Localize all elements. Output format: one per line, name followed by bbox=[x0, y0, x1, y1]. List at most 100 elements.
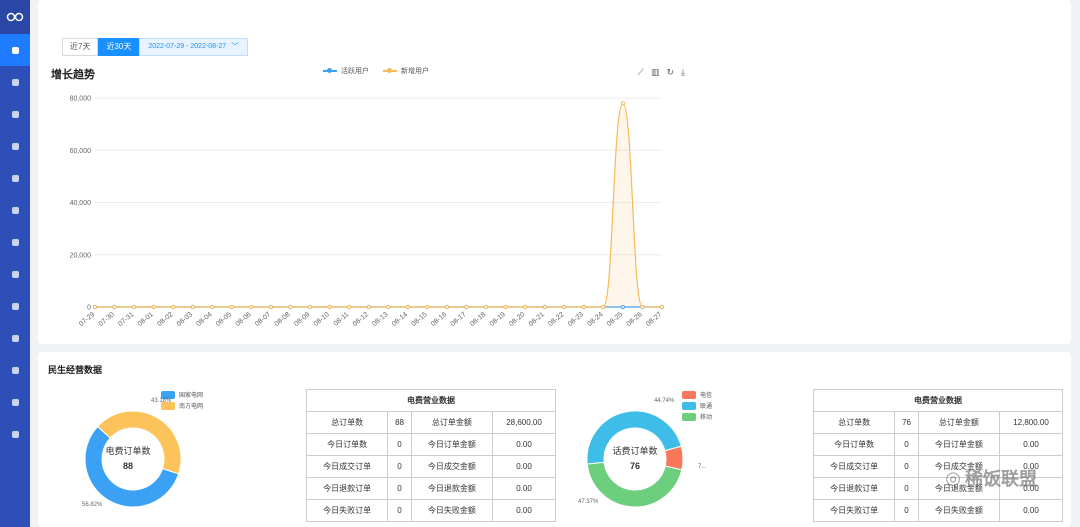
donut2-total: 76 bbox=[629, 461, 640, 471]
x-tick-label: 08-12 bbox=[352, 311, 370, 328]
watermark-text: 稀饭联盟 bbox=[965, 469, 1037, 489]
sidebar-item-shop[interactable] bbox=[0, 98, 30, 130]
mail-icon bbox=[11, 430, 19, 438]
x-tick-label: 08-10 bbox=[313, 311, 331, 328]
y-tick-label: 60,000 bbox=[70, 148, 92, 155]
table-cell: 今日订单数 bbox=[305, 433, 389, 456]
x-tick-label: 08-07 bbox=[254, 311, 272, 328]
data-point bbox=[464, 304, 469, 310]
sidebar-item-config[interactable] bbox=[0, 258, 30, 290]
table-cell: 今日退款订单 bbox=[305, 477, 389, 500]
data-point bbox=[405, 304, 410, 310]
x-tick-label: 08-16 bbox=[430, 311, 448, 328]
table-row: 今日失败订单 0 今日失败金额 0.00 bbox=[812, 499, 1063, 522]
donut2-center: 话费订单数 76 bbox=[607, 444, 663, 471]
table-cell: 0 bbox=[387, 455, 412, 478]
table-cell: 今日失败订单 bbox=[305, 499, 389, 522]
donut2-legend: 电信 联通 移动 bbox=[682, 389, 712, 422]
table-cell: 0 bbox=[894, 433, 919, 456]
sidebar-item-plugins[interactable] bbox=[0, 290, 30, 322]
table-cell: 0.00 bbox=[999, 499, 1063, 522]
table-cell: 0 bbox=[387, 433, 412, 456]
sidebar-item-mail[interactable] bbox=[0, 418, 30, 450]
donut2-pct-b: 47.37% bbox=[578, 499, 599, 505]
y-tick-label: 20,000 bbox=[70, 252, 92, 259]
x-tick-label: 08-24 bbox=[586, 311, 604, 328]
table-cell: 今日订单金额 bbox=[410, 433, 494, 456]
sidebar-item-display[interactable] bbox=[0, 386, 30, 418]
x-tick-label: 08-23 bbox=[567, 311, 585, 328]
data-point bbox=[620, 101, 625, 106]
gear-icon bbox=[11, 142, 19, 150]
x-tick-label: 07-29 bbox=[78, 311, 96, 328]
table-cell: 今日失败订单 bbox=[812, 499, 896, 522]
sidebar-item-monitor[interactable] bbox=[0, 66, 30, 98]
table-cell: 28,600.00 bbox=[492, 411, 556, 434]
x-tick-label: 08-11 bbox=[333, 311, 351, 328]
table-cell: 88 bbox=[387, 411, 412, 434]
donut2-legend-a: 电信 bbox=[700, 393, 713, 399]
table-cell: 0 bbox=[894, 477, 919, 500]
x-tick-label: 08-17 bbox=[450, 311, 468, 328]
donut1-pct-a: 43.18% bbox=[151, 398, 172, 404]
electricity-table-2: 电费营业数据 总订单数 76 总订单金额 12,800.00 今日订单数 0 今日订单金额 0… bbox=[812, 389, 1063, 522]
donut2-pct-c: 7... bbox=[698, 464, 707, 470]
y-tick-label: 40,000 bbox=[70, 200, 92, 207]
sidebar-item-list[interactable] bbox=[0, 194, 30, 226]
sidebar-item-store[interactable] bbox=[0, 162, 30, 194]
data-point bbox=[640, 304, 645, 310]
donut2-pct-a: 44.74% bbox=[654, 398, 675, 404]
data-point bbox=[249, 304, 254, 310]
list-icon bbox=[11, 206, 19, 214]
data-point bbox=[210, 304, 215, 310]
donut2-legend-item[interactable]: 联通 bbox=[682, 400, 712, 411]
wechat-icon: ◎ bbox=[945, 467, 961, 488]
sidebar-item-user[interactable] bbox=[0, 226, 30, 258]
app-logo[interactable] bbox=[0, 0, 30, 34]
sidebar-item-house[interactable] bbox=[0, 354, 30, 386]
table-cell: 76 bbox=[894, 411, 919, 434]
x-tick-label: 07-31 bbox=[117, 311, 135, 328]
donut2-legend-item[interactable]: 电信 bbox=[682, 389, 712, 400]
data-point bbox=[523, 304, 528, 310]
x-tick-label: 08-08 bbox=[274, 311, 292, 328]
donut1-legend-a: 国家电网 bbox=[179, 393, 204, 399]
table2-title: 电费营业数据 bbox=[813, 389, 1063, 412]
watermark: ◎ 稀饭联盟 bbox=[945, 465, 1037, 491]
data-point bbox=[92, 304, 98, 310]
data-point bbox=[601, 304, 606, 310]
series-line-1 bbox=[94, 102, 662, 308]
x-tick-label: 08-04 bbox=[195, 311, 213, 328]
table-row: 今日订单数 0 今日订单金额 0.00 bbox=[305, 433, 556, 456]
x-tick-label: 08-06 bbox=[234, 311, 252, 328]
home-icon bbox=[11, 46, 19, 54]
x-tick-label: 08-22 bbox=[547, 311, 565, 328]
data-point bbox=[112, 304, 117, 310]
table-cell: 今日失败金额 bbox=[917, 499, 1001, 522]
sidebar-item-settings[interactable] bbox=[0, 130, 30, 162]
donut2-swatch-a bbox=[682, 390, 696, 399]
table-cell: 总订单金额 bbox=[410, 411, 494, 434]
donut1-legend-b: 南方电网 bbox=[179, 404, 204, 410]
donut2-title: 话费订单数 bbox=[612, 446, 658, 456]
table-cell: 0.00 bbox=[492, 477, 556, 500]
donut2-swatch-b bbox=[682, 401, 696, 410]
donut2-legend-item[interactable]: 移动 bbox=[682, 411, 712, 422]
data-point bbox=[151, 304, 156, 310]
donut2-legend-b: 联通 bbox=[700, 404, 713, 410]
data-point bbox=[581, 304, 586, 310]
series-area-1 bbox=[95, 103, 662, 307]
donut-slice-2 bbox=[664, 445, 684, 471]
table-row: 总订单数 88 总订单金额 28,600.00 bbox=[305, 411, 556, 434]
data-point bbox=[366, 304, 371, 310]
data-point bbox=[288, 304, 293, 310]
donut1-center: 电费订单数 88 bbox=[100, 444, 156, 471]
table-cell: 总订单数 bbox=[305, 411, 389, 434]
table-cell: 总订单数 bbox=[812, 411, 896, 434]
cog-icon bbox=[11, 270, 19, 278]
data-point bbox=[659, 304, 665, 310]
sidebar-item-home[interactable] bbox=[0, 34, 30, 66]
sidebar-item-team[interactable] bbox=[0, 322, 30, 354]
table-row: 总订单数 76 总订单金额 12,800.00 bbox=[812, 411, 1063, 434]
business-card: 民生经营数据 电费订单数 88 国家电网 南方电网 43.18% 56.82% … bbox=[38, 352, 1071, 527]
